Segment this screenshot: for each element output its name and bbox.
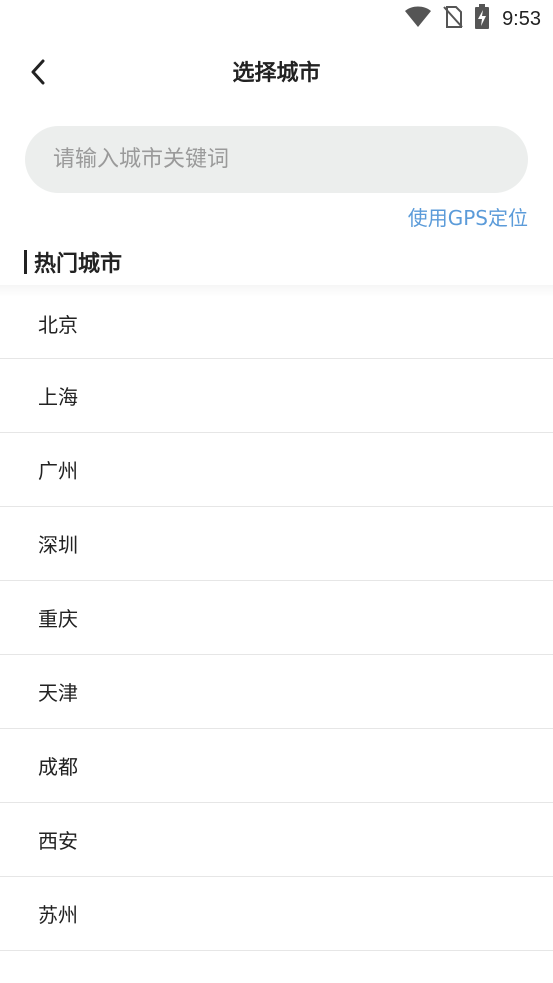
city-name: 苏州: [38, 903, 78, 927]
city-item-tianjin[interactable]: 天津: [0, 655, 553, 729]
section-title: 热门城市: [24, 246, 122, 278]
page-title: 选择城市: [232, 61, 321, 86]
city-item-chengdu[interactable]: 成都: [0, 729, 553, 803]
city-name: 北京: [38, 313, 78, 337]
city-name: 重庆: [38, 607, 78, 631]
search-input[interactable]: [51, 146, 515, 173]
city-name: 广州: [38, 459, 78, 483]
city-item-xian[interactable]: 西安: [0, 803, 553, 877]
city-item-beijing[interactable]: 北京: [0, 297, 553, 359]
list-top-shade: [0, 285, 553, 297]
search-box[interactable]: [25, 126, 528, 193]
city-name: 深圳: [38, 533, 78, 557]
wifi-icon: [404, 6, 432, 32]
city-name: 上海: [38, 385, 78, 409]
header: 选择城市: [0, 44, 553, 104]
status-icons: 9:53: [404, 4, 541, 34]
no-sim-icon: [442, 5, 464, 33]
status-bar: 9:53: [0, 0, 553, 38]
city-item-shanghai[interactable]: 上海: [0, 359, 553, 433]
status-time: 9:53: [502, 7, 541, 30]
city-item-chongqing[interactable]: 重庆: [0, 581, 553, 655]
city-name: 天津: [38, 681, 78, 705]
battery-charging-icon: [474, 4, 490, 34]
city-item-guangzhou[interactable]: 广州: [0, 433, 553, 507]
city-item-suzhou[interactable]: 苏州: [0, 877, 553, 951]
city-item-shenzhen[interactable]: 深圳: [0, 507, 553, 581]
city-name: 西安: [38, 829, 78, 853]
city-list: 北京 上海 广州 深圳 重庆 天津 成都 西安 苏州: [0, 285, 553, 951]
section-title-bar: [24, 250, 27, 274]
use-gps-location-link[interactable]: 使用GPS定位: [408, 204, 528, 232]
city-name: 成都: [38, 755, 78, 779]
section-title-label: 热门城市: [34, 252, 123, 277]
